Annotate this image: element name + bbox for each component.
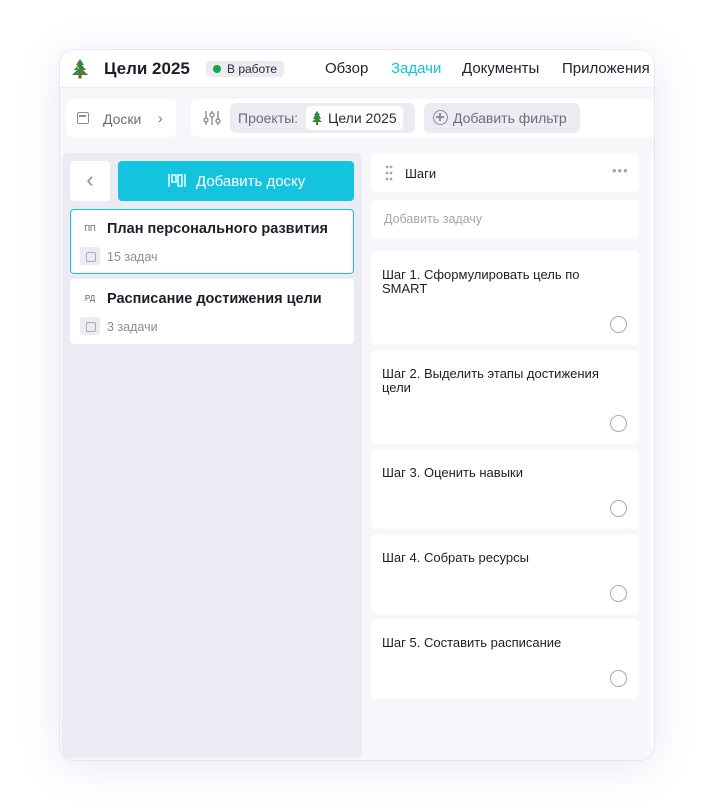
tab-overview[interactable]: Обзор [325,60,368,77]
boards-panel: ‹ Добавить доску ПП План персонального р… [62,153,362,758]
task-complete-checkbox[interactable] [610,585,627,602]
task-complete-checkbox[interactable] [610,670,627,687]
board-abbr: ПП [84,224,96,233]
chevron-right-icon: › [158,110,163,126]
add-board-label: Добавить доску [196,173,306,190]
next-column-edge [650,153,654,748]
plus-circle-icon [433,110,448,125]
back-button[interactable]: ‹ [70,161,110,201]
board-name: План персонального развития [107,221,328,237]
add-board-button[interactable]: Добавить доску [118,161,354,201]
status-badge[interactable]: В работе [206,61,285,77]
christmas-tree-icon [312,111,322,125]
board-abbr: РД [84,294,96,303]
task-card[interactable]: Шаг 1. Сформулировать цель по SMART [371,251,639,345]
chevron-left-icon: ‹ [86,167,94,192]
project-header: Цели 2025 В работе Обзор Задачи Документ… [60,50,654,88]
project-filter-label: Проекты: [238,110,299,126]
column-header[interactable]: Шаги ••• [371,153,639,192]
column-title: Шаги [405,166,437,181]
tab-apps[interactable]: Приложения [562,60,650,77]
task-complete-checkbox[interactable] [610,500,627,517]
project-filter-text: Цели 2025 [328,110,397,126]
add-filter-button[interactable]: Добавить фильтр [424,103,580,133]
filters-group: Проекты: Цели 2025 Добавить фильтр [191,99,654,137]
project-filter-chip[interactable]: Проекты: Цели 2025 [230,103,415,133]
board-task-count: 3 задачи [107,320,158,334]
task-card[interactable]: Шаг 4. Собрать ресурсы [371,534,639,614]
add-filter-label: Добавить фильтр [453,110,567,126]
status-dot-icon [213,65,221,73]
add-task-placeholder: Добавить задачу [384,212,483,226]
task-title: Шаг 1. Сформулировать цель по SMART [382,267,580,296]
more-icon[interactable]: ••• [612,163,629,178]
board-card[interactable]: ПП План персонального развития 15 задач [70,209,354,274]
task-title: Шаг 5. Составить расписание [382,635,562,650]
boards-label: Доски [103,111,142,127]
status-label: В работе [227,62,278,76]
task-card[interactable]: Шаг 3. Оценить навыки [371,449,639,529]
christmas-tree-icon [72,59,88,79]
board-name: Расписание достижения цели [107,291,322,307]
board-card[interactable]: РД Расписание достижения цели 3 задачи [70,279,354,344]
task-complete-checkbox[interactable] [610,316,627,333]
task-title: Шаг 3. Оценить навыки [382,465,523,480]
task-card[interactable]: Шаг 2. Выделить этапы достижения цели [371,350,639,444]
task-title: Шаг 2. Выделить этапы достижения цели [382,366,599,395]
task-title: Шаг 4. Собрать ресурсы [382,550,529,565]
board-columns-icon [168,174,186,187]
add-task-input[interactable]: Добавить задачу [371,200,639,239]
board-task-count: 15 задач [107,250,158,264]
task-card[interactable]: Шаг 5. Составить расписание [371,619,639,699]
page-title: Цели 2025 [104,59,190,78]
task-complete-checkbox[interactable] [610,415,627,432]
app-window: Цели 2025 В работе Обзор Задачи Документ… [60,50,654,760]
boards-toggle-button[interactable]: Доски › [66,99,176,137]
checkbox-icon [80,247,100,265]
drag-handle-icon[interactable] [385,165,393,181]
sliders-icon[interactable] [203,110,221,126]
tab-tasks[interactable]: Задачи [391,60,441,77]
tab-documents[interactable]: Документы [462,60,539,77]
board-icon [77,112,89,124]
filter-bar: Доски › Проекты: Цели 2025 Добавить филь… [60,88,654,148]
project-filter-value[interactable]: Цели 2025 [306,106,403,130]
checkbox-icon [80,317,100,335]
